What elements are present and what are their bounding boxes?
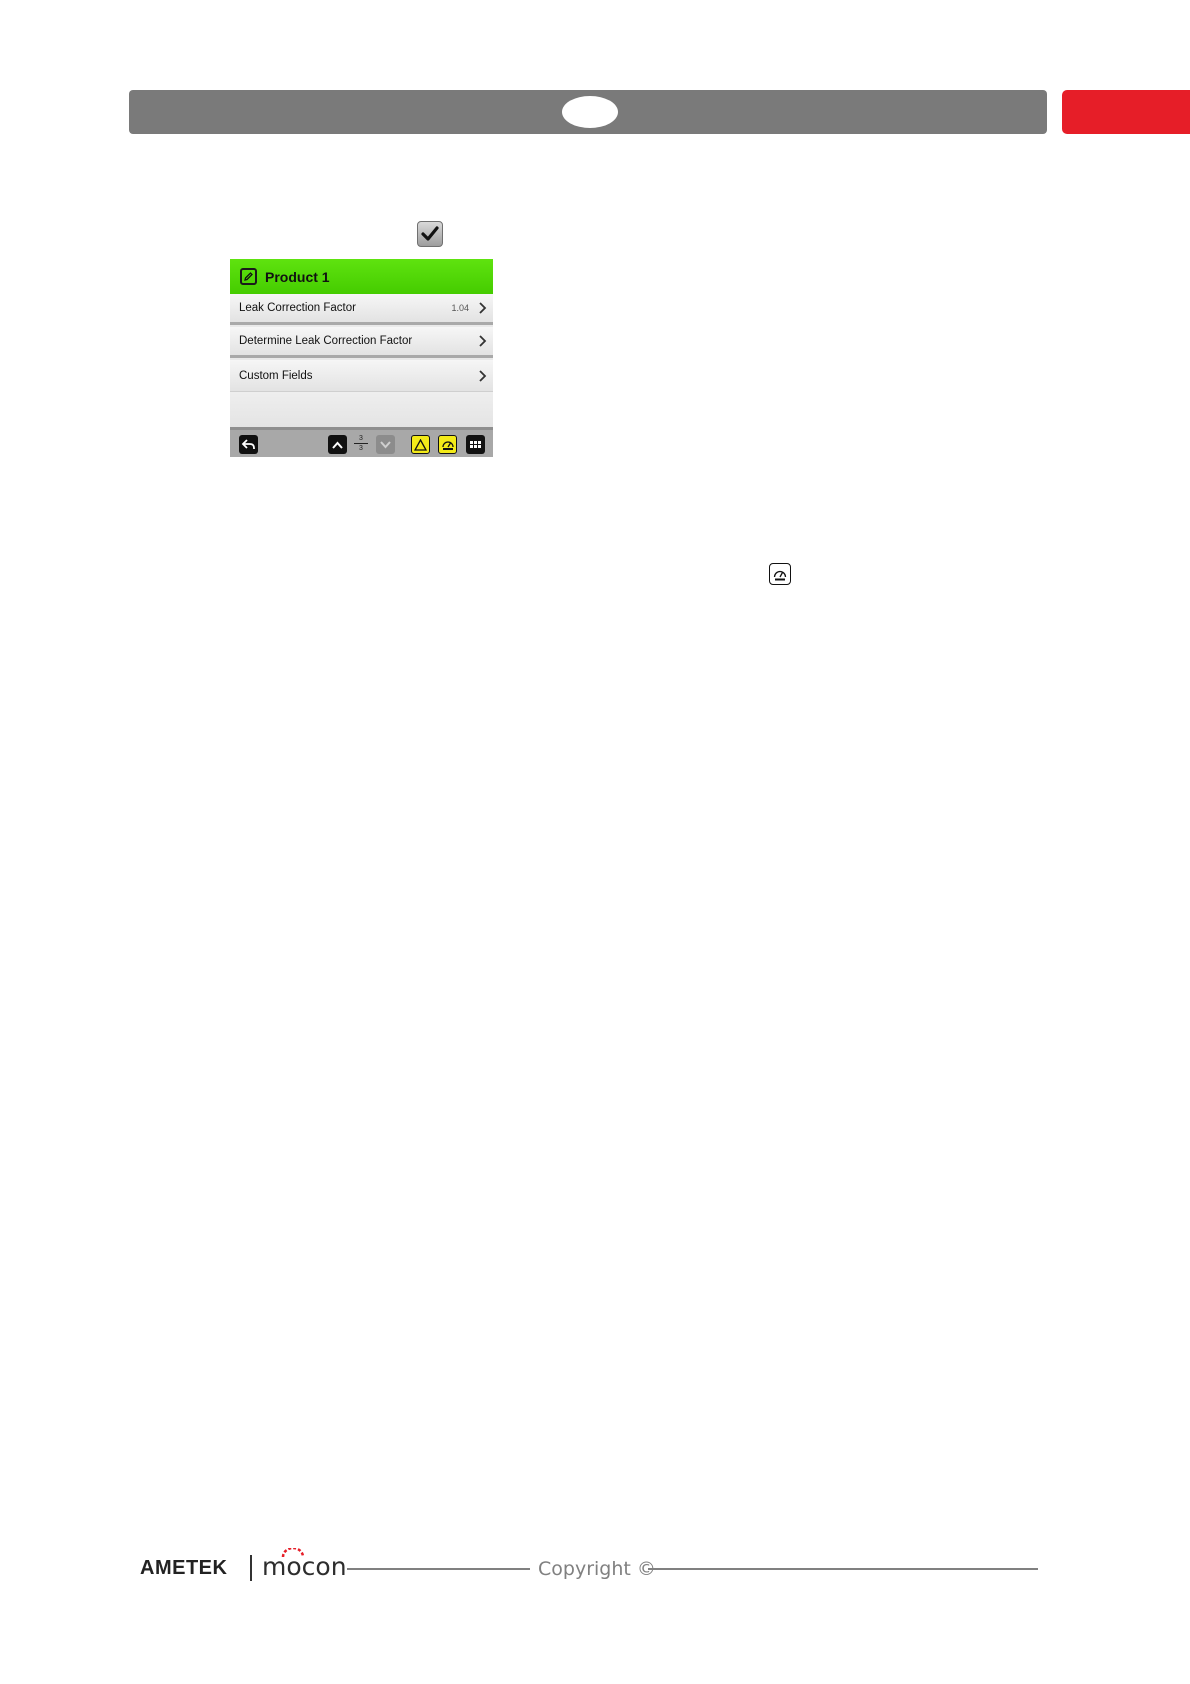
device-screen: Product 1 Leak Correction Factor 1.04 De… — [230, 259, 493, 457]
copyright-text: Copyright © — [538, 1558, 656, 1580]
page-down-icon[interactable] — [376, 435, 395, 454]
chevron-right-icon — [479, 335, 487, 347]
gauge-icon — [769, 563, 791, 585]
ametek-logo: AMETEK — [140, 1557, 228, 1579]
menu-item-leak-correction-factor[interactable]: Leak Correction Factor 1.04 — [230, 294, 493, 325]
page-total: 3 — [359, 445, 363, 452]
footer-divider — [250, 1555, 252, 1581]
menu-item-custom-fields[interactable]: Custom Fields — [230, 360, 493, 391]
menu-grid-icon[interactable] — [466, 435, 485, 454]
menu-item-label: Custom Fields — [239, 369, 313, 382]
footer-rule-left — [347, 1568, 530, 1570]
chapter-tab — [1062, 90, 1190, 134]
menu-item-label: Determine Leak Correction Factor — [239, 335, 413, 347]
menu-item-value: 1.04 — [451, 303, 469, 313]
menu-item-label: Leak Correction Factor — [239, 302, 356, 314]
menu-item-determine-leak-correction-factor[interactable]: Determine Leak Correction Factor — [230, 327, 493, 358]
gauge-icon[interactable] — [438, 435, 457, 454]
screen-header: Product 1 — [230, 259, 493, 294]
page-up-icon[interactable] — [328, 435, 347, 454]
back-icon[interactable] — [239, 435, 258, 454]
menu-empty-row — [230, 391, 493, 428]
page-indicator: 3 3 — [354, 434, 368, 453]
mocon-logo: mocon — [262, 1552, 347, 1581]
footer-rule-right — [648, 1568, 1038, 1570]
screen-title: Product 1 — [265, 268, 330, 285]
edit-icon — [240, 268, 257, 285]
warning-icon[interactable] — [411, 435, 430, 454]
checkmark-icon — [417, 221, 443, 247]
page-current: 3 — [354, 434, 368, 444]
screen-toolbar: 3 3 — [230, 427, 493, 457]
chevron-right-icon — [479, 302, 487, 314]
chevron-right-icon — [479, 369, 487, 382]
page-number-oval — [562, 96, 618, 128]
